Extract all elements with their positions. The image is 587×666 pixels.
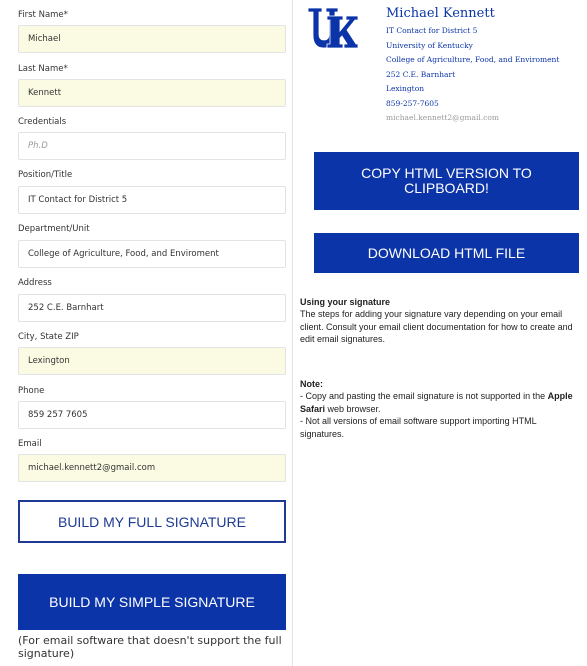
credentials-label: Credentials xyxy=(18,117,67,127)
note-heading: Note: xyxy=(300,379,323,389)
signature-form: First Name* Michael Last Name* Kennett C… xyxy=(0,0,292,666)
note-safari: - Copy and pasting the email signature i… xyxy=(300,390,580,415)
city-label: City, State ZIP xyxy=(18,332,79,342)
department-input[interactable]: College of Agriculture, Food, and Enviro… xyxy=(18,240,286,268)
phone-input[interactable]: 859 257 7605 xyxy=(18,401,286,429)
download-html-button[interactable]: DOWNLOAD HTML FILE xyxy=(314,233,579,273)
signature-preview-panel: Michael Kennett IT Contact for District … xyxy=(293,0,587,666)
note-info: Note: - Copy and pasting the email signa… xyxy=(300,378,580,440)
signature-title: IT Contact for District 5 xyxy=(386,26,478,35)
department-label: Department/Unit xyxy=(18,224,90,234)
email-input[interactable]: michael.kennett2@gmail.com xyxy=(18,454,286,482)
signature-address: 252 C.E. Barnhart xyxy=(386,69,456,79)
city-input[interactable]: Lexington xyxy=(18,347,286,375)
signature-phone: 859-257-7605 xyxy=(386,98,439,108)
address-label: Address xyxy=(18,278,52,288)
build-full-signature-button[interactable]: BUILD MY FULL SIGNATURE xyxy=(18,500,286,543)
uk-logo-icon xyxy=(307,7,359,49)
signature-email: michael.kennett2@gmail.com xyxy=(386,113,500,122)
note-safari-text: - Copy and pasting the email signature i… xyxy=(300,391,548,401)
signature-city: Lexington xyxy=(386,84,425,93)
first-name-input[interactable]: Michael xyxy=(18,25,286,53)
usage-info: Using your signature The steps for addin… xyxy=(300,296,580,346)
phone-label: Phone xyxy=(18,386,45,396)
position-label: Position/Title xyxy=(18,170,73,180)
position-input[interactable]: IT Contact for District 5 xyxy=(18,186,286,214)
signature-preview: Michael Kennett IT Contact for District … xyxy=(386,6,559,126)
build-simple-signature-button[interactable]: BUILD MY SIMPLE SIGNATURE xyxy=(18,574,286,630)
simple-signature-note: (For email software that doesn't support… xyxy=(18,634,282,660)
last-name-label: Last Name* xyxy=(18,64,68,74)
usage-text: The steps for adding your signature vary… xyxy=(300,309,573,344)
copy-html-button[interactable]: COPY HTML VERSION TO CLIPBOARD! xyxy=(314,152,579,210)
note-safari-text-end: web browser. xyxy=(325,403,381,414)
credentials-input[interactable]: Ph.D xyxy=(18,132,286,160)
address-input[interactable]: 252 C.E. Barnhart xyxy=(18,294,286,322)
signature-university: University of Kentucky xyxy=(386,40,473,50)
signature-department: College of Agriculture, Food, and Enviro… xyxy=(386,55,560,64)
first-name-label: First Name* xyxy=(18,10,68,20)
usage-heading: Using your signature xyxy=(300,297,391,307)
note-html-support: - Not all versions of email software sup… xyxy=(300,416,537,439)
email-label: Email xyxy=(18,439,42,449)
last-name-input[interactable]: Kennett xyxy=(18,79,286,107)
signature-name: Michael Kennett xyxy=(386,6,495,21)
